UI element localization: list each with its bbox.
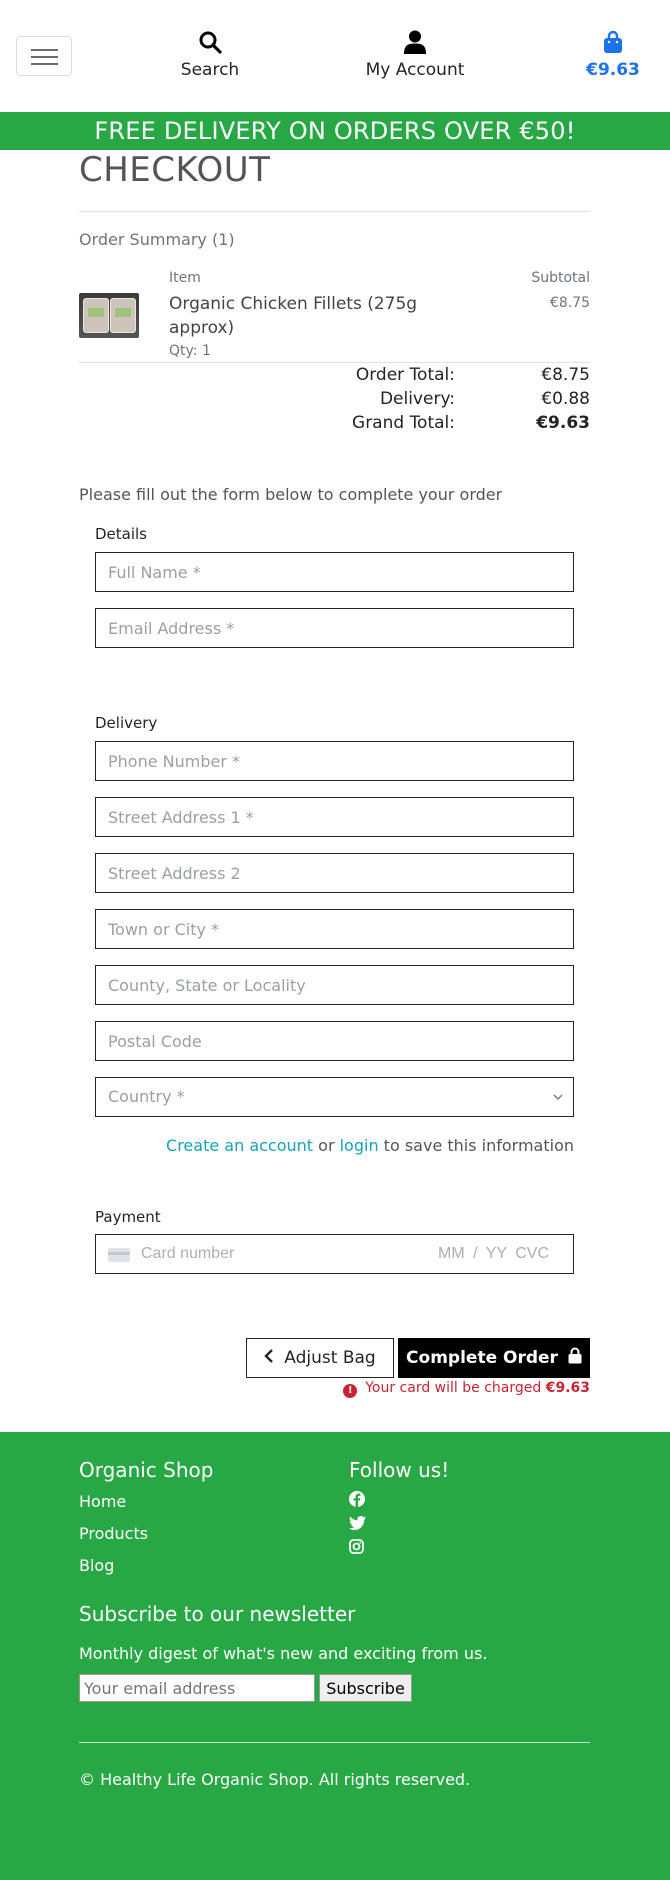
twitter-icon[interactable] [349, 1515, 367, 1533]
credit-card-icon [108, 1248, 130, 1262]
item-quantity: Qty: 1 [169, 343, 211, 359]
delivery-label: Delivery: [379, 389, 455, 409]
nav-bag[interactable]: €9.63 [580, 30, 646, 80]
order-total-value: €8.75 [541, 365, 590, 385]
country-select[interactable]: Country * [95, 1077, 574, 1117]
search-icon [170, 30, 250, 58]
bag-total: €9.63 [586, 60, 640, 80]
subscribe-button[interactable]: Subscribe [319, 1674, 412, 1702]
divider [79, 362, 590, 363]
footer-link-home[interactable]: Home [79, 1492, 126, 1511]
complete-order-button[interactable]: Complete Order [398, 1338, 590, 1378]
site-footer: Organic Shop Home Products Blog Follow u… [0, 1432, 670, 1880]
hamburger-icon [31, 49, 58, 51]
street-address-2-input[interactable] [95, 853, 574, 893]
shopping-bag-icon [580, 30, 646, 58]
item-name: Organic Chicken Fillets (275g approx) [169, 294, 418, 338]
town-city-input[interactable] [95, 909, 574, 949]
login-link[interactable]: login [340, 1136, 379, 1155]
full-name-input[interactable] [95, 552, 574, 592]
card-element[interactable]: Card number MM / YY CVC [95, 1234, 574, 1274]
product-thumbnail[interactable] [79, 293, 139, 338]
footer-divider [79, 1742, 590, 1743]
delivery-value: €0.88 [541, 389, 590, 409]
menu-toggle-button[interactable] [16, 36, 72, 76]
adjust-bag-label: Adjust Bag [284, 1348, 376, 1368]
divider [79, 211, 590, 212]
create-account-link[interactable]: Create an account [166, 1136, 313, 1155]
footer-link-blog[interactable]: Blog [79, 1556, 114, 1575]
footer-follow-heading: Follow us! [349, 1458, 450, 1482]
card-number-placeholder[interactable]: Card number [141, 1245, 234, 1263]
county-input[interactable] [95, 965, 574, 1005]
column-header-item: Item [169, 270, 201, 286]
newsletter-heading: Subscribe to our newsletter [79, 1602, 356, 1626]
delivery-banner: FREE DELIVERY ON ORDERS OVER €50! [0, 112, 670, 150]
order-total-label: Order Total: [355, 365, 455, 385]
adjust-bag-button[interactable]: Adjust Bag [246, 1338, 394, 1378]
chevron-left-icon [264, 1348, 274, 1369]
hamburger-icon-bar [31, 56, 58, 58]
exclamation-circle-icon: ! [343, 1384, 358, 1398]
column-header-subtotal: Subtotal [531, 270, 590, 286]
nav-search[interactable]: Search [170, 30, 250, 80]
details-legend: Details [95, 525, 148, 543]
user-icon [350, 30, 480, 58]
order-summary-heading: Order Summary (1) [79, 230, 235, 249]
street-address-1-input[interactable] [95, 797, 574, 837]
delivery-legend: Delivery [95, 714, 158, 732]
lock-icon [568, 1347, 582, 1369]
email-input[interactable] [95, 608, 574, 648]
save-info-suffix: to save this information [378, 1136, 574, 1155]
grand-total-label: Grand Total: [352, 413, 455, 433]
complete-order-label: Complete Order [406, 1348, 558, 1368]
page-title: CHECKOUT [79, 150, 271, 190]
charge-text: Your card will be charged [365, 1380, 546, 1396]
charge-warning: ! Your card will be charged €9.63 [300, 1380, 590, 1398]
footer-link-products[interactable]: Products [79, 1524, 148, 1543]
hamburger-icon-bar [31, 63, 58, 65]
facebook-icon[interactable] [349, 1491, 367, 1509]
card-expiry-cvc-placeholder[interactable]: MM / YY CVC [438, 1245, 549, 1263]
nav-my-account[interactable]: My Account [350, 30, 480, 80]
newsletter-email-input[interactable] [79, 1674, 315, 1702]
item-subtotal: €8.75 [549, 295, 590, 311]
charge-amount: €9.63 [545, 1380, 590, 1396]
newsletter-description: Monthly digest of what's new and excitin… [79, 1644, 488, 1663]
postal-code-input[interactable] [95, 1021, 574, 1061]
account-label: My Account [365, 60, 465, 80]
chevron-down-icon [553, 1078, 563, 1116]
form-instructions: Please fill out the form below to comple… [79, 485, 503, 504]
copyright-text: © Healthy Life Organic Shop. All rights … [79, 1770, 471, 1789]
footer-shop-heading: Organic Shop [79, 1458, 214, 1482]
grand-total-value: €9.63 [536, 413, 590, 433]
country-select-value: Country * [108, 1087, 185, 1106]
site-header: Search My Account €9.63 [0, 0, 670, 112]
phone-input[interactable] [95, 741, 574, 781]
instagram-icon[interactable] [349, 1539, 367, 1557]
save-info-or: or [313, 1136, 340, 1155]
search-label: Search [180, 60, 240, 80]
save-info-text: Create an account or login to save this … [95, 1136, 574, 1155]
payment-legend: Payment [95, 1208, 161, 1226]
